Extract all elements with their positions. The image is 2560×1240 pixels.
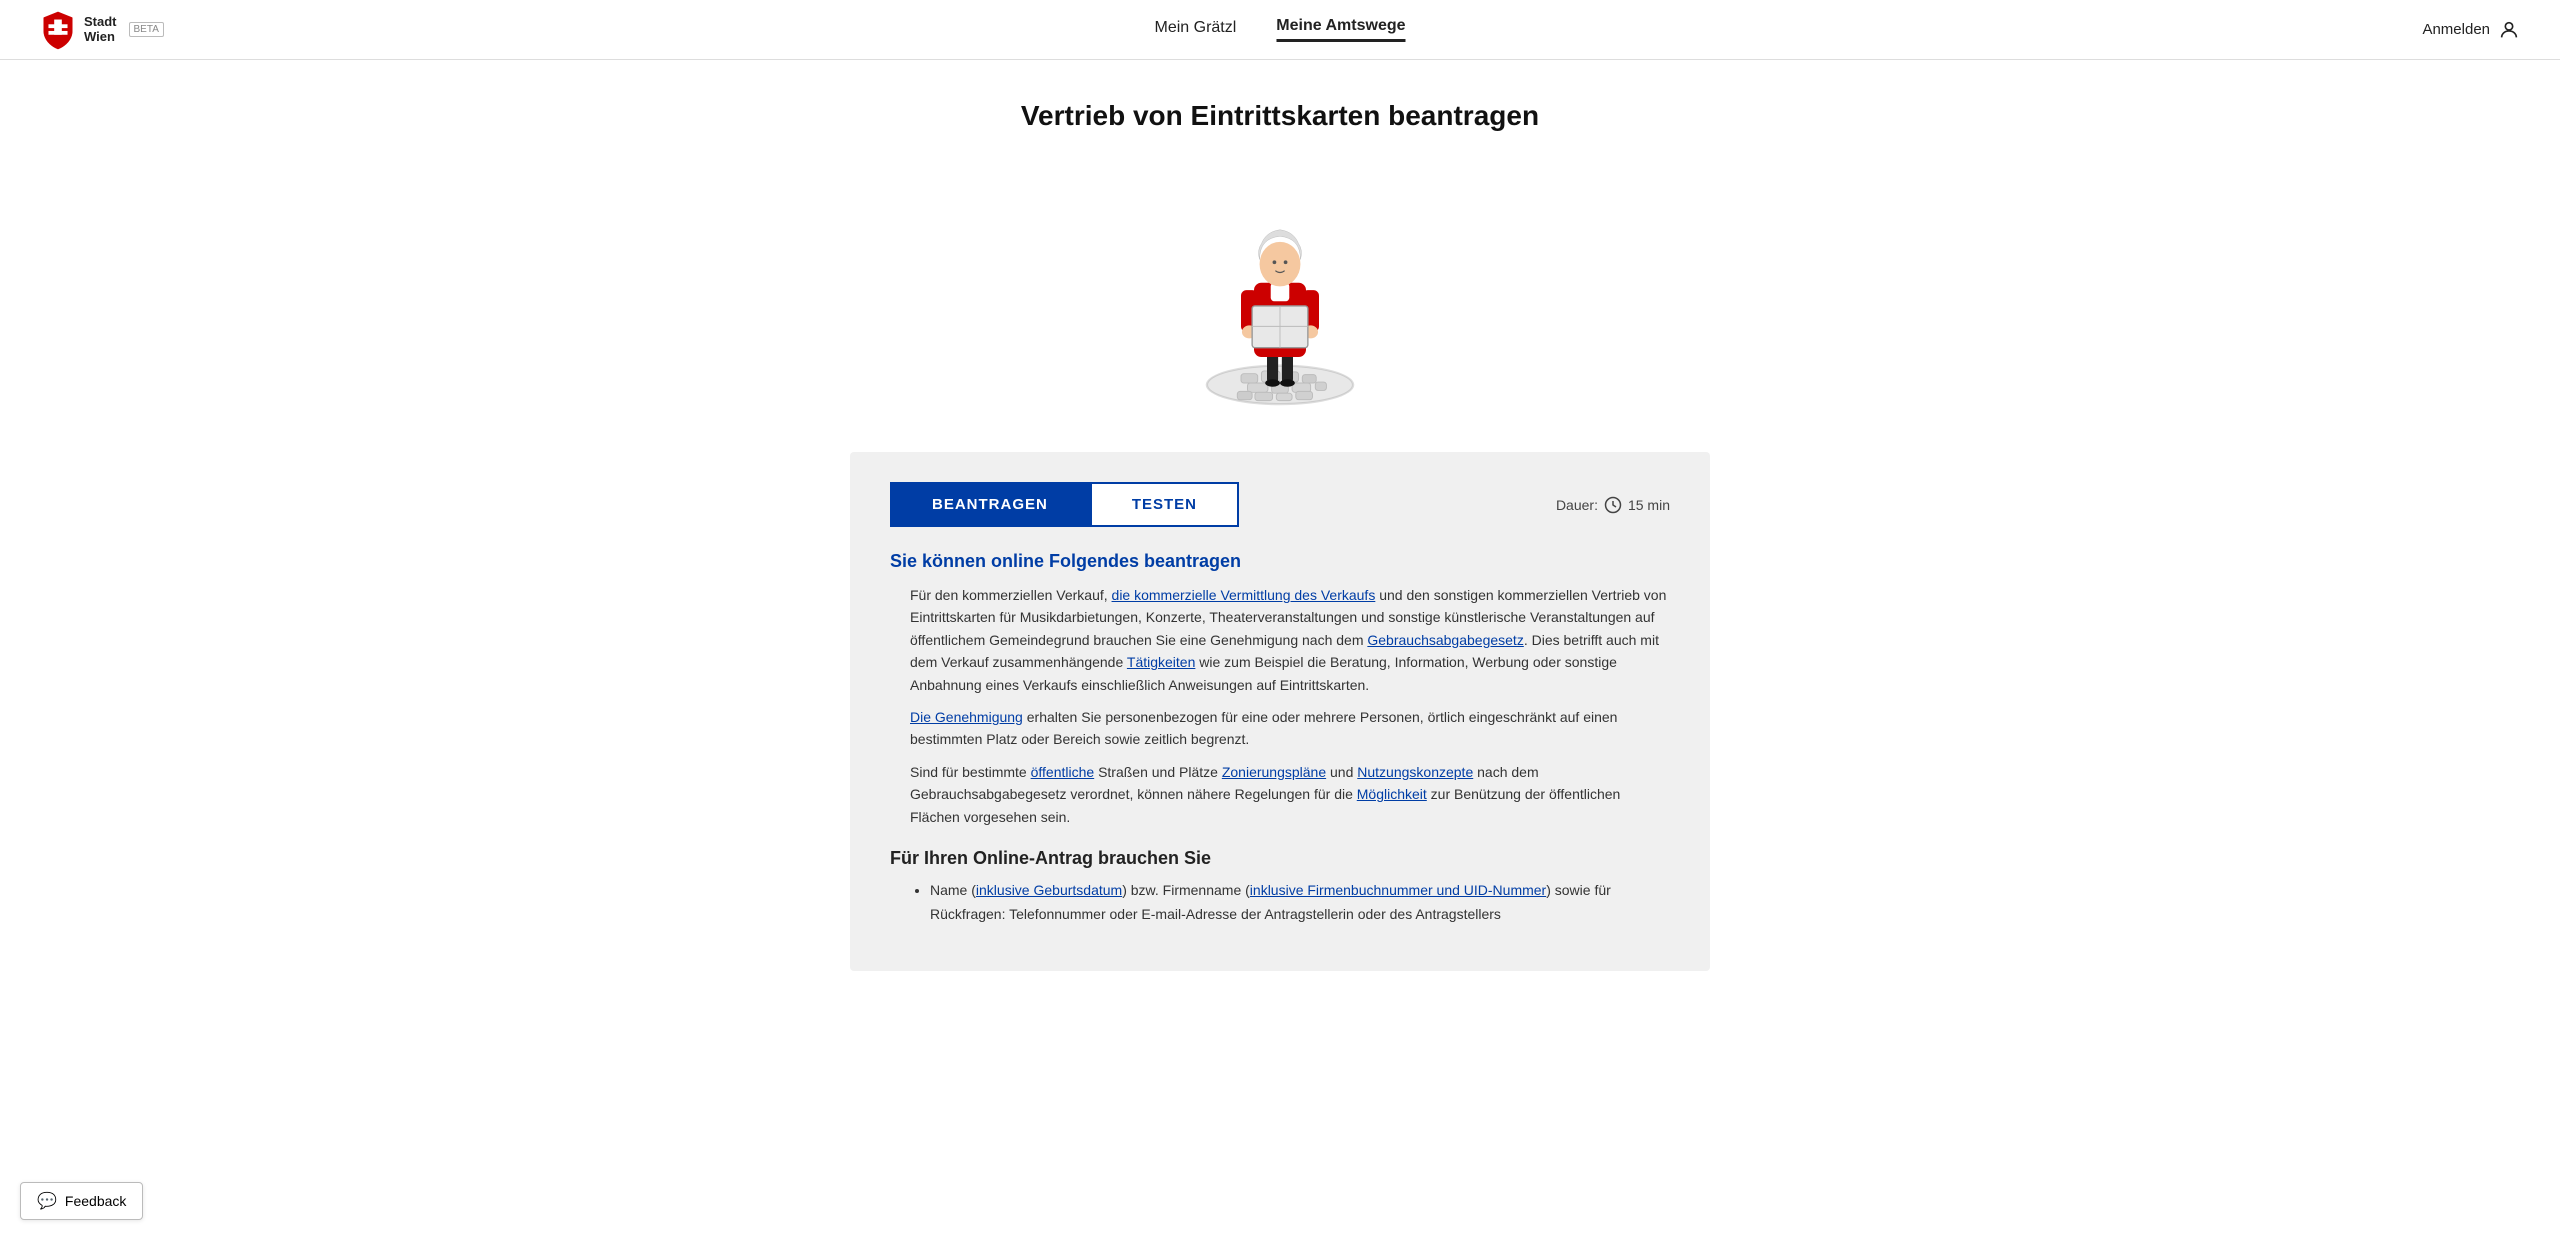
content-box: BEANTRAGEN TESTEN Dauer: 15 min Sie könn… xyxy=(850,452,1710,971)
link-moeglichkeit[interactable]: Möglichkeit xyxy=(1357,786,1427,802)
nav-meine-amtswege[interactable]: Meine Amtswege xyxy=(1276,17,1405,42)
tab-testen[interactable]: TESTEN xyxy=(1090,482,1239,527)
link-gebrauchsabgabe[interactable]: Gebrauchsabgabegesetz xyxy=(1367,632,1523,648)
page-title: Vertrieb von Eintrittskarten beantragen xyxy=(850,100,1710,132)
link-genehmigung[interactable]: Die Genehmigung xyxy=(910,709,1023,725)
duration-value: 15 min xyxy=(1628,497,1670,513)
logo-shield xyxy=(40,10,76,50)
link-kommerzielle[interactable]: die kommerzielle Vermittlung des Verkauf… xyxy=(1112,587,1376,603)
illustration-area xyxy=(850,162,1710,422)
person-icon xyxy=(2498,19,2520,41)
feedback-button[interactable]: 💬 Feedback xyxy=(20,1182,143,1220)
login-label: Anmelden xyxy=(2422,21,2490,38)
section1-para2: Die Genehmigung erhalten Sie personenbez… xyxy=(890,706,1670,751)
main-nav: Mein Grätzl Meine Amtswege xyxy=(1154,17,1405,42)
header: Stadt Wien BETA Mein Grätzl Meine Amtswe… xyxy=(0,0,2560,60)
link-firmenbuchnummer[interactable]: inklusive Firmenbuchnummer und UID-Numme… xyxy=(1250,882,1546,898)
feedback-icon: 💬 xyxy=(37,1191,57,1211)
tab-beantragen[interactable]: BEANTRAGEN xyxy=(890,482,1090,527)
requirement-item-1: Name (inklusive Geburtsdatum) bzw. Firme… xyxy=(930,879,1670,927)
duration-label: Dauer: xyxy=(1556,497,1598,513)
section1-para1: Für den kommerziellen Verkauf, die komme… xyxy=(890,584,1670,696)
link-taetigkeiten[interactable]: Tätigkeiten xyxy=(1127,654,1195,670)
requirements-list: Name (inklusive Geburtsdatum) bzw. Firme… xyxy=(890,879,1670,927)
link-geburtsdatum[interactable]: inklusive Geburtsdatum xyxy=(976,882,1122,898)
section2-heading: Für Ihren Online-Antrag brauchen Sie xyxy=(890,848,1670,869)
nav-mein-graetzl[interactable]: Mein Grätzl xyxy=(1154,19,1236,41)
link-zonierungsplaene[interactable]: Zonierungspläne xyxy=(1222,764,1326,780)
logo-line2: Wien xyxy=(84,30,117,44)
clock-icon xyxy=(1604,496,1622,514)
logo-area: Stadt Wien BETA xyxy=(40,10,164,50)
logo-line1: Stadt xyxy=(84,15,117,29)
login-area[interactable]: Anmelden xyxy=(2422,19,2520,41)
feedback-label: Feedback xyxy=(65,1193,126,1209)
main-content: Vertrieb von Eintrittskarten beantragen xyxy=(830,60,1730,1031)
section1-para3: Sind für bestimmte öffentliche Straßen u… xyxy=(890,761,1670,828)
link-nutzungskonzepte[interactable]: Nutzungskonzepte xyxy=(1357,764,1473,780)
tabs-row: BEANTRAGEN TESTEN Dauer: 15 min xyxy=(890,482,1670,527)
link-oeffentliche[interactable]: öffentliche xyxy=(1031,764,1095,780)
hero-illustration xyxy=(1170,162,1390,422)
logo-text: Stadt Wien xyxy=(84,15,117,44)
beta-badge: BETA xyxy=(129,22,164,37)
duration-info: Dauer: 15 min xyxy=(1556,496,1670,514)
section1-heading: Sie können online Folgendes beantragen xyxy=(890,551,1670,572)
